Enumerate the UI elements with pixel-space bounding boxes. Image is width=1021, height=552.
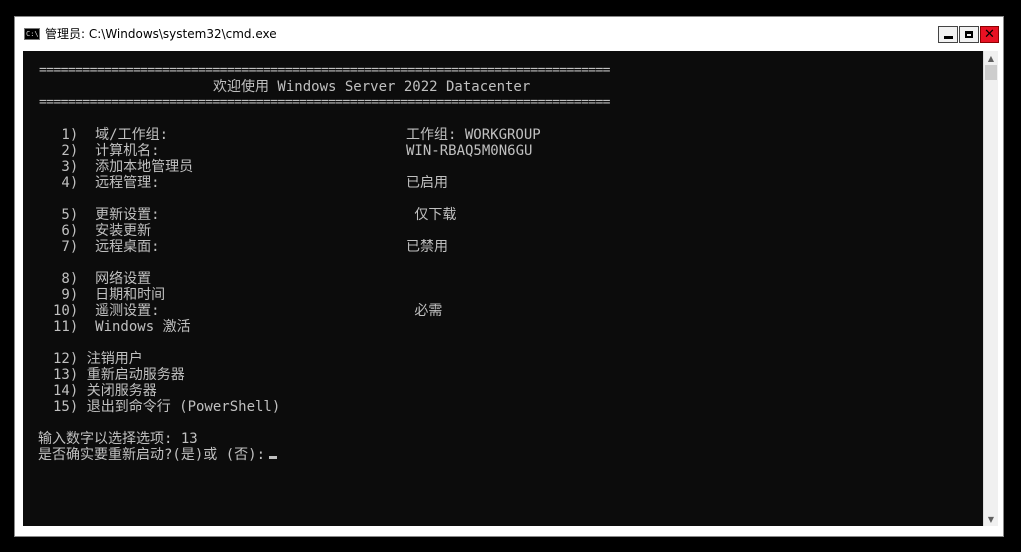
- minimize-icon: [943, 36, 953, 39]
- menu-item-value: WIN-RBAQ5M0N6GU: [406, 143, 533, 159]
- menu-item-label: 7) 远程桌面:: [53, 239, 160, 255]
- scroll-thumb[interactable]: [985, 65, 997, 80]
- title-bar[interactable]: C:\ 管理员: C:\Windows\system32\cmd.exe ✕: [15, 17, 1003, 51]
- menu-item-label: 2) 计算机名:: [53, 143, 160, 159]
- menu-item-value: 已启用: [406, 175, 448, 191]
- vertical-scrollbar[interactable]: ▲ ▼: [983, 51, 998, 526]
- menu-item-value: 已禁用: [406, 239, 448, 255]
- menu-item-label: 12) 注销用户: [53, 351, 143, 367]
- menu-item-label: 3) 添加本地管理员: [53, 159, 194, 175]
- menu-item-label: 4) 远程管理:: [53, 175, 160, 191]
- minimize-button[interactable]: [938, 26, 958, 43]
- scroll-up-icon[interactable]: ▲: [984, 51, 998, 65]
- rule-top: ========================================…: [39, 63, 611, 78]
- menu-item-value: 工作组: WORKGROUP: [406, 127, 541, 143]
- window-title: 管理员: C:\Windows\system32\cmd.exe: [45, 27, 277, 41]
- menu-item-label: 13) 重新启动服务器: [53, 367, 185, 383]
- menu-item-label: 9) 日期和时间: [53, 287, 166, 303]
- menu-item-label: 15) 退出到命令行 (PowerShell): [53, 399, 281, 415]
- menu-item-label: 14) 关闭服务器: [53, 383, 157, 399]
- welcome-heading: 欢迎使用 Windows Server 2022 Datacenter: [213, 79, 531, 95]
- console-output[interactable]: ========================================…: [23, 51, 983, 526]
- menu-item-label: 10) 遥测设置:: [53, 303, 160, 319]
- confirm-prompt[interactable]: 是否确实要重新启动?(是)或 (否):: [38, 447, 278, 463]
- text-cursor: [269, 456, 278, 459]
- cmd-icon: C:\: [24, 28, 40, 40]
- menu-item-label: 8) 网络设置: [53, 271, 152, 287]
- rule-bottom: ========================================…: [39, 95, 611, 110]
- maximize-icon: [965, 31, 973, 38]
- scroll-down-icon[interactable]: ▼: [984, 512, 998, 526]
- menu-item-value: 必需: [406, 303, 443, 319]
- confirm-prompt-text: 是否确实要重新启动?(是)或 (否):: [38, 447, 266, 463]
- menu-item-label: 6) 安装更新: [53, 223, 152, 239]
- maximize-button[interactable]: [959, 26, 979, 43]
- menu-item-label: 1) 域/工作组:: [53, 127, 169, 143]
- cmd-window: C:\ 管理员: C:\Windows\system32\cmd.exe ✕ =…: [14, 16, 1004, 537]
- menu-item-label: 11) Windows 激活: [53, 319, 191, 335]
- menu-item-label: 5) 更新设置:: [53, 207, 160, 223]
- select-prompt: 输入数字以选择选项: 13: [38, 431, 198, 447]
- menu-item-value: 仅下载: [406, 207, 457, 223]
- close-icon: ✕: [984, 27, 995, 42]
- close-button[interactable]: ✕: [980, 26, 999, 43]
